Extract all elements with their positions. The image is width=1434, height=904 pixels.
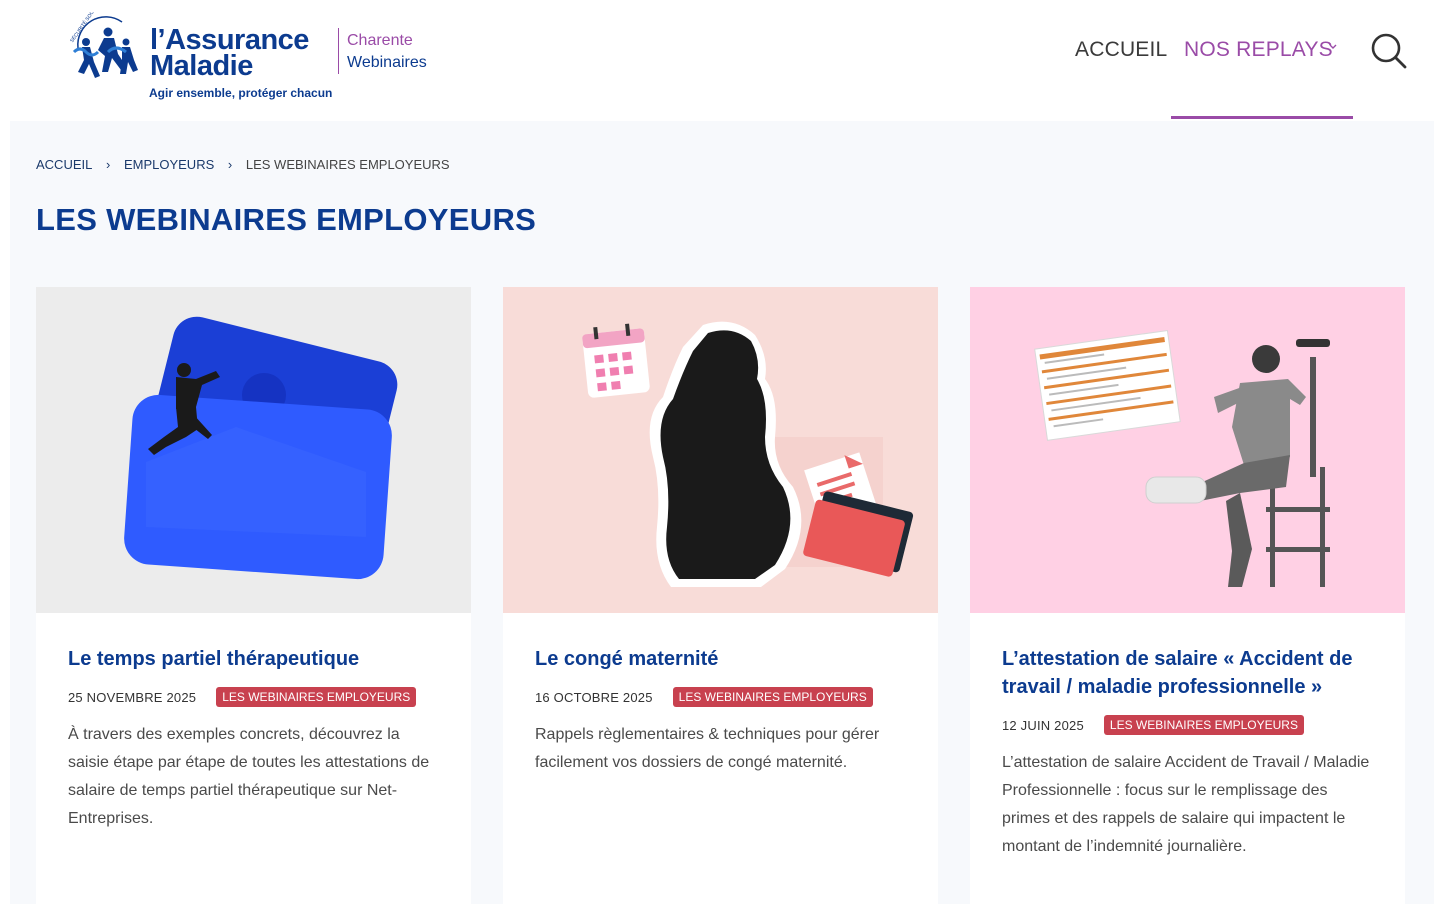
- card-image[interactable]: [503, 287, 938, 613]
- card-description: L’attestation de salaire Accident de Tra…: [1002, 754, 1370, 855]
- category-tag[interactable]: LES WEBINAIRES EMPLOYEURS: [672, 687, 873, 707]
- card-illustration-wallet: [36, 287, 471, 613]
- card-title[interactable]: Le temps partiel thérapeutique: [68, 645, 443, 673]
- breadcrumb: ACCUEIL › EMPLOYEURS › LES WEBINAIRES EM…: [36, 157, 450, 172]
- webinar-card[interactable]: Le congé maternité 16 OCTOBRE 2025 LES W…: [503, 287, 938, 904]
- card-body: Le temps partiel thérapeutique 25 NOVEMB…: [68, 645, 443, 833]
- nav-item-accueil[interactable]: ACCUEIL: [1075, 38, 1167, 62]
- card-body: Le congé maternité 16 OCTOBRE 2025 LES W…: [535, 645, 910, 777]
- card-illustration-injured-worker: [970, 287, 1405, 613]
- chevron-right-icon: ›: [105, 157, 111, 172]
- breadcrumb-link-employeurs[interactable]: EMPLOYEURS: [124, 157, 214, 172]
- breadcrumb-current: LES WEBINAIRES EMPLOYEURS: [245, 157, 450, 172]
- category-tag[interactable]: LES WEBINAIRES EMPLOYEURS: [216, 687, 417, 707]
- card-image[interactable]: [970, 287, 1405, 613]
- card-date: 12 JUIN 2025: [1002, 717, 1084, 733]
- chevron-down-icon[interactable]: [1326, 39, 1340, 53]
- nav-active-underline: [1171, 116, 1353, 119]
- card-meta: 12 JUIN 2025 LES WEBINAIRES EMPLOYEURS: [1002, 715, 1377, 735]
- category-tag[interactable]: LES WEBINAIRES EMPLOYEURS: [1103, 715, 1304, 735]
- card-illustration-pregnancy: [503, 287, 938, 613]
- logo-region: Charente: [347, 32, 413, 49]
- card-title[interactable]: Le congé maternité: [535, 645, 910, 673]
- chevron-right-icon: ›: [227, 157, 233, 172]
- card-date: 16 OCTOBRE 2025: [535, 689, 653, 705]
- card-meta: 25 NOVEMBRE 2025 LES WEBINAIRES EMPLOYEU…: [68, 687, 443, 707]
- card-image[interactable]: [36, 287, 471, 613]
- card-date: 25 NOVEMBRE 2025: [68, 689, 197, 705]
- breadcrumb-link-accueil[interactable]: ACCUEIL: [36, 157, 92, 172]
- logo-figures-icon: SÉCURITÉ SOCIALE: [68, 12, 138, 78]
- site-logo[interactable]: SÉCURITÉ SOCIALE l’Assurance Maladie Agi…: [64, 10, 334, 100]
- nav-item-nos-replays[interactable]: NOS REPLAYS: [1184, 38, 1333, 62]
- search-icon[interactable]: [1370, 32, 1408, 70]
- logo-title-line2: Maladie: [150, 50, 253, 82]
- site-header: SÉCURITÉ SOCIALE l’Assurance Maladie Agi…: [0, 0, 1434, 120]
- logo-divider: [338, 28, 339, 74]
- card-title[interactable]: L’attestation de salaire « Accident de t…: [1002, 645, 1377, 701]
- card-meta: 16 OCTOBRE 2025 LES WEBINAIRES EMPLOYEUR…: [535, 687, 910, 707]
- card-body: L’attestation de salaire « Accident de t…: [1002, 645, 1377, 861]
- logo-tagline: Agir ensemble, protéger chacun: [149, 86, 333, 100]
- page-title: LES WEBINAIRES EMPLOYEURS: [36, 202, 537, 237]
- webinar-card[interactable]: Le temps partiel thérapeutique 25 NOVEMB…: [36, 287, 471, 904]
- card-description: À travers des exemples concrets, découvr…: [68, 726, 430, 827]
- webinar-card[interactable]: L’attestation de salaire « Accident de t…: [970, 287, 1405, 904]
- card-description: Rappels règlementaires & techniques pour…: [535, 726, 880, 771]
- logo-subtitle: Webinaires: [347, 54, 427, 71]
